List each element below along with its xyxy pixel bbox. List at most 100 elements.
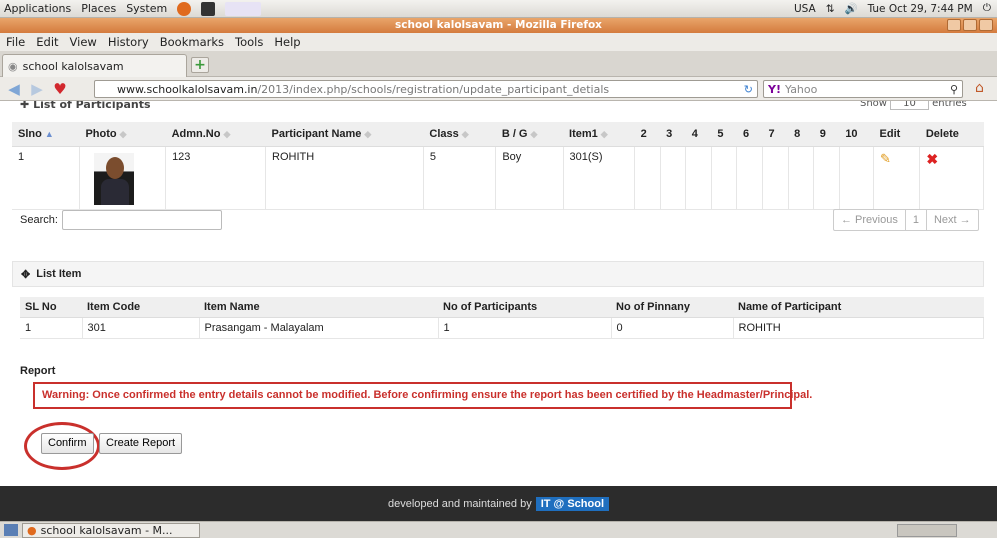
col-5[interactable]: 5 — [711, 122, 737, 147]
cell-code: 301 — [82, 317, 200, 339]
menu-view[interactable]: View — [70, 35, 97, 49]
delete-x-icon[interactable]: ✖ — [926, 151, 938, 167]
col-3[interactable]: 3 — [660, 122, 686, 147]
col-6[interactable]: 6 — [736, 122, 763, 147]
minimize-button[interactable] — [947, 19, 961, 31]
maximize-button[interactable] — [963, 19, 977, 31]
page-1-button[interactable]: 1 — [906, 210, 927, 230]
menu-edit[interactable]: Edit — [36, 35, 58, 49]
list-item-title: List Item — [36, 268, 82, 280]
col-no-pinnany: No of Pinnany — [611, 297, 733, 318]
col-photo[interactable]: Photo ◆ — [79, 122, 166, 147]
col-slno[interactable]: Slno ▲ — [12, 122, 80, 147]
network-icon[interactable]: ⇅ — [826, 3, 835, 15]
search-icon[interactable]: ⚲ — [950, 83, 958, 96]
cell-photo — [79, 146, 167, 210]
participants-section-title: ✚ List of Participants — [20, 101, 151, 111]
col-edit[interactable]: Edit — [873, 122, 920, 147]
list-item-header[interactable]: ✥ List Item — [12, 261, 984, 287]
warning-message: Warning: Once confirmed the entry detail… — [33, 382, 812, 409]
cell-class: 5 — [423, 146, 497, 210]
menu-help[interactable]: Help — [274, 35, 300, 49]
col-9[interactable]: 9 — [813, 122, 840, 147]
table-row: 1 301 Prasangam - Malayalam 1 0 ROHITH — [20, 317, 984, 339]
yahoo-icon[interactable]: Y! — [768, 83, 781, 96]
confirm-button[interactable]: Confirm — [41, 433, 94, 454]
bookmark-heart-icon[interactable]: ♥ — [51, 80, 69, 98]
create-report-button[interactable]: Create Report — [99, 433, 183, 454]
applications-menu[interactable]: Applications — [4, 2, 71, 15]
col-item-code: Item Code — [82, 297, 199, 318]
it-school-logo: IT @ School — [535, 496, 610, 511]
show-entries-select[interactable]: 10 — [890, 101, 929, 110]
window-titlebar: school kalolsavam - Mozilla Firefox — [0, 18, 997, 33]
col-no-participants: No of Participants — [438, 297, 611, 318]
taskbar-item-label: school kalolsavam - M... — [40, 523, 173, 537]
workspace-switcher[interactable] — [897, 523, 957, 537]
cell-edit: ✎ — [873, 146, 921, 210]
collapse-icon[interactable]: ✚ — [20, 101, 29, 111]
back-arrow-icon[interactable]: ◀ — [5, 80, 23, 98]
col-name-participant: Name of Participant — [733, 297, 984, 318]
firefox-icon: ● — [27, 523, 37, 537]
search-input[interactable]: Y! Yahoo ⚲ — [763, 80, 963, 98]
url-path: /2013/index.php/schools/registration/upd… — [257, 82, 610, 96]
menu-file[interactable]: File — [6, 35, 25, 49]
col-2[interactable]: 2 — [634, 122, 661, 147]
tab-bar: ◉ school kalolsavam + — [0, 51, 997, 77]
cell-item1: 301(S) — [563, 146, 636, 210]
footer-text: developed and maintained by — [387, 497, 532, 510]
forward-arrow-icon[interactable]: ▶ — [28, 80, 46, 98]
cell-item: Prasangam - Malayalam — [199, 317, 439, 339]
show-desktop-icon[interactable] — [4, 524, 18, 536]
keyboard-locale[interactable]: USA — [794, 3, 816, 15]
col-name[interactable]: Participant Name ◆ — [265, 122, 424, 147]
col-class[interactable]: Class ◆ — [423, 122, 496, 147]
new-tab-button[interactable]: + — [191, 57, 209, 73]
col-10[interactable]: 10 — [839, 122, 874, 147]
places-menu[interactable]: Places — [81, 2, 116, 15]
page-footer: developed and maintained by IT @ School — [0, 486, 997, 521]
expand-icon[interactable]: ✥ — [21, 268, 30, 281]
volume-icon[interactable]: 🔊 — [845, 2, 858, 15]
table-search-input[interactable] — [61, 210, 222, 230]
items-table: SL No Item Code Item Name No of Particip… — [20, 297, 984, 339]
close-window-button[interactable] — [979, 19, 993, 31]
favicon-icon: ◉ — [8, 59, 18, 73]
col-item1[interactable]: Item1 ◆ — [563, 122, 635, 147]
reload-icon[interactable]: ↻ — [744, 83, 753, 96]
next-page-button[interactable]: Next → — [927, 210, 978, 230]
col-gender[interactable]: B / G ◆ — [495, 122, 564, 147]
edit-pencil-icon[interactable]: ✎ — [880, 151, 891, 166]
home-icon[interactable]: ⌂ — [975, 80, 984, 96]
show-label: Show — [860, 101, 887, 109]
col-8[interactable]: 8 — [788, 122, 814, 147]
system-menu[interactable]: System — [126, 2, 167, 15]
col-7[interactable]: 7 — [762, 122, 789, 147]
col-4[interactable]: 4 — [685, 122, 712, 147]
vcd-launcher-icon[interactable] — [225, 1, 262, 16]
cell-sl: 1 — [20, 317, 83, 339]
menu-tools[interactable]: Tools — [235, 35, 263, 49]
tab-school-kalolsavam[interactable]: ◉ school kalolsavam — [2, 54, 187, 77]
table-row: 1 123 ROHITH 5 Boy 301(S) ✎ ✖ — [12, 146, 984, 210]
power-icon[interactable]: ⏻ — [983, 2, 991, 15]
firefox-launcher-icon[interactable] — [177, 1, 192, 16]
cell-delete: ✖ — [919, 146, 984, 210]
clock[interactable]: Tue Oct 29, 7:44 PM — [868, 3, 973, 15]
col-item-name: Item Name — [199, 297, 438, 318]
menu-bookmarks[interactable]: Bookmarks — [160, 35, 224, 49]
url-input[interactable]: www.schoolkalolsavam.in /2013/index.php/… — [94, 80, 758, 98]
search-label: Search: — [20, 214, 58, 226]
terminal-launcher-icon[interactable] — [201, 1, 216, 16]
previous-page-button[interactable]: ← Previous — [834, 210, 906, 230]
menu-history[interactable]: History — [108, 35, 149, 49]
report-label: Report — [20, 365, 56, 377]
taskbar-firefox-window[interactable]: ● school kalolsavam - M... — [22, 522, 200, 538]
navigation-toolbar: ◀ ▶ ♥ www.schoolkalolsavam.in /2013/inde… — [0, 77, 997, 101]
col-delete[interactable]: Delete — [919, 122, 984, 147]
pagination: ← Previous 1 Next → — [833, 209, 979, 231]
cell-admn: 123 — [165, 146, 267, 210]
col-admn[interactable]: Admn.No ◆ — [165, 122, 266, 147]
show-entries: Show 10 entries — [860, 101, 967, 110]
